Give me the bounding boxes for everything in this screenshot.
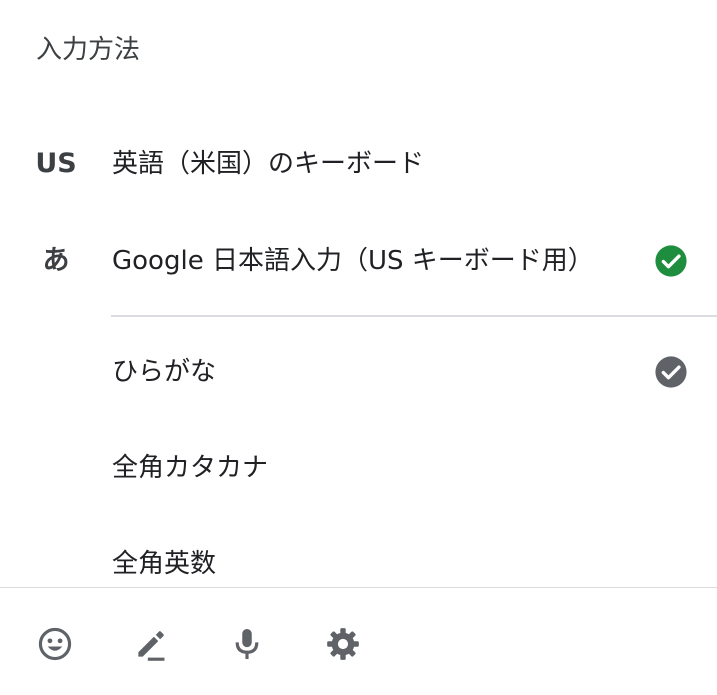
emoji-button[interactable]: [31, 620, 79, 668]
check-circle: [655, 245, 687, 277]
check-circle: [655, 356, 687, 388]
keyboard-option-label: 英語（米国）のキーボード: [112, 149, 425, 179]
microphone-icon: [235, 628, 259, 660]
emoji-icon: [38, 627, 72, 661]
settings-button[interactable]: [319, 620, 367, 668]
keyboard-option-google-japanese[interactable]: あ Google 日本語入力（US キーボード用）: [0, 229, 717, 293]
selected-check-icon: [655, 245, 687, 277]
input-mode-fullwidth-katakana[interactable]: 全角カタカナ: [0, 436, 717, 500]
handwriting-button[interactable]: [127, 620, 175, 668]
toolbar-divider: [0, 587, 717, 588]
keyboard-option-label: Google 日本語入力（US キーボード用）: [112, 246, 594, 276]
input-mode-hiragana[interactable]: ひらがな: [0, 340, 717, 404]
voice-input-button[interactable]: [223, 620, 271, 668]
section-divider: [111, 315, 717, 317]
us-keyboard-badge: US: [35, 148, 77, 179]
panel-title: 入力方法: [36, 35, 141, 65]
input-mode-label: ひらがな: [112, 357, 217, 387]
hiragana-badge: あ: [42, 245, 70, 276]
selected-check-icon: [655, 356, 687, 388]
settings-gear-icon: [327, 628, 359, 660]
keyboard-option-us-english[interactable]: US 英語（米国）のキーボード: [0, 132, 717, 196]
pencil-icon: [138, 631, 165, 661]
input-mode-label: 全角カタカナ: [112, 453, 269, 483]
